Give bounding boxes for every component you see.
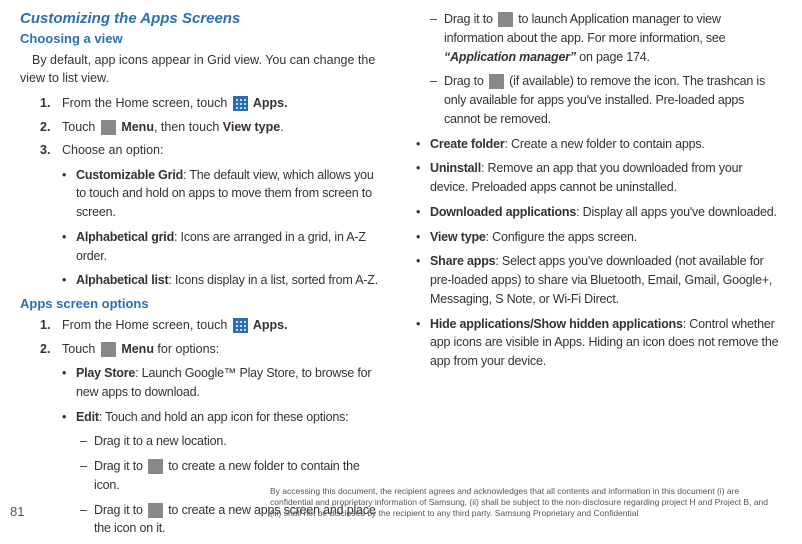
subsection-heading: Apps screen options bbox=[20, 296, 386, 311]
dash-text: Drag it to a new location. bbox=[94, 432, 226, 451]
step-text: Touch Menu for options: bbox=[62, 341, 219, 359]
dash-text: Drag to (if available) to remove the ico… bbox=[444, 72, 782, 128]
bullet: • bbox=[416, 203, 430, 222]
step-item: 3. Choose an option: bbox=[40, 142, 386, 160]
option-text: Edit: Touch and hold an app icon for the… bbox=[76, 408, 348, 427]
option-item: • Alphabetical grid: Icons are arranged … bbox=[62, 228, 386, 266]
option-item: • Create folder: Create a new folder to … bbox=[416, 135, 782, 154]
dash-text: Drag it to to launch Application manager… bbox=[444, 10, 782, 66]
bullet: • bbox=[62, 271, 76, 290]
right-column: – Drag it to to launch Application manag… bbox=[416, 10, 782, 544]
step-item: 2. Touch Menu, then touch View type. bbox=[40, 119, 386, 137]
intro-paragraph: By default, app icons appear in Grid vie… bbox=[20, 52, 386, 87]
bullet: • bbox=[62, 364, 76, 402]
step-item: 2. Touch Menu for options: bbox=[40, 341, 386, 359]
option-text: Play Store: Launch Google™ Play Store, t… bbox=[76, 364, 386, 402]
option-item: • Share apps: Select apps you've downloa… bbox=[416, 252, 782, 308]
bullet: • bbox=[62, 166, 76, 222]
option-text: View type: Configure the apps screen. bbox=[430, 228, 637, 247]
option-text: Alphabetical grid: Icons are arranged in… bbox=[76, 228, 386, 266]
option-text: Customizable Grid: The default view, whi… bbox=[76, 166, 386, 222]
dash-item: – Drag it to a new location. bbox=[80, 432, 386, 451]
option-item: • Customizable Grid: The default view, w… bbox=[62, 166, 386, 222]
left-column: Customizing the Apps Screens Choosing a … bbox=[20, 10, 386, 544]
dash: – bbox=[430, 72, 444, 128]
option-item: • View type: Configure the apps screen. bbox=[416, 228, 782, 247]
confidentiality-footer: By accessing this document, the recipien… bbox=[270, 486, 772, 519]
step-item: 1. From the Home screen, touch Apps. bbox=[40, 317, 386, 335]
section-heading: Customizing the Apps Screens bbox=[20, 10, 386, 27]
dash: – bbox=[80, 457, 94, 495]
step-number: 2. bbox=[40, 341, 62, 359]
dash-item: – Drag to (if available) to remove the i… bbox=[430, 72, 782, 128]
screen-target-icon bbox=[148, 503, 163, 518]
menu-icon bbox=[101, 342, 116, 357]
page-columns: Customizing the Apps Screens Choosing a … bbox=[20, 10, 782, 544]
dash: – bbox=[80, 432, 94, 451]
option-text: Uninstall: Remove an app that you downlo… bbox=[430, 159, 782, 197]
step-text: Choose an option: bbox=[62, 142, 163, 160]
option-text: Downloaded applications: Display all app… bbox=[430, 203, 777, 222]
bullet: • bbox=[416, 135, 430, 154]
bullet: • bbox=[416, 228, 430, 247]
page-number: 81 bbox=[10, 504, 24, 519]
option-text: Share apps: Select apps you've downloade… bbox=[430, 252, 782, 308]
option-text: Create folder: Create a new folder to co… bbox=[430, 135, 705, 154]
option-item: • Play Store: Launch Google™ Play Store,… bbox=[62, 364, 386, 402]
menu-icon bbox=[101, 120, 116, 135]
option-item: • Alphabetical list: Icons display in a … bbox=[62, 271, 386, 290]
dash-item: – Drag it to to launch Application manag… bbox=[430, 10, 782, 66]
apps-icon bbox=[233, 96, 248, 111]
bullet: • bbox=[416, 252, 430, 308]
dash: – bbox=[430, 10, 444, 66]
option-text: Hide applications/Show hidden applicatio… bbox=[430, 315, 782, 371]
step-number: 1. bbox=[40, 317, 62, 335]
bullet: • bbox=[62, 408, 76, 427]
step-item: 1. From the Home screen, touch Apps. bbox=[40, 95, 386, 113]
step-text: From the Home screen, touch Apps. bbox=[62, 317, 288, 335]
appinfo-target-icon bbox=[498, 12, 513, 27]
option-text: Alphabetical list: Icons display in a li… bbox=[76, 271, 378, 290]
dash: – bbox=[80, 501, 94, 539]
step-number: 2. bbox=[40, 119, 62, 137]
step-number: 1. bbox=[40, 95, 62, 113]
trash-target-icon bbox=[489, 74, 504, 89]
subsection-heading: Choosing a view bbox=[20, 31, 386, 46]
option-item: • Edit: Touch and hold an app icon for t… bbox=[62, 408, 386, 427]
option-item: • Downloaded applications: Display all a… bbox=[416, 203, 782, 222]
step-text: Touch Menu, then touch View type. bbox=[62, 119, 284, 137]
bullet: • bbox=[416, 315, 430, 371]
bullet: • bbox=[416, 159, 430, 197]
folder-target-icon bbox=[148, 459, 163, 474]
apps-icon bbox=[233, 318, 248, 333]
option-item: • Hide applications/Show hidden applicat… bbox=[416, 315, 782, 371]
step-text: From the Home screen, touch Apps. bbox=[62, 95, 288, 113]
bullet: • bbox=[62, 228, 76, 266]
step-number: 3. bbox=[40, 142, 62, 160]
option-item: • Uninstall: Remove an app that you down… bbox=[416, 159, 782, 197]
